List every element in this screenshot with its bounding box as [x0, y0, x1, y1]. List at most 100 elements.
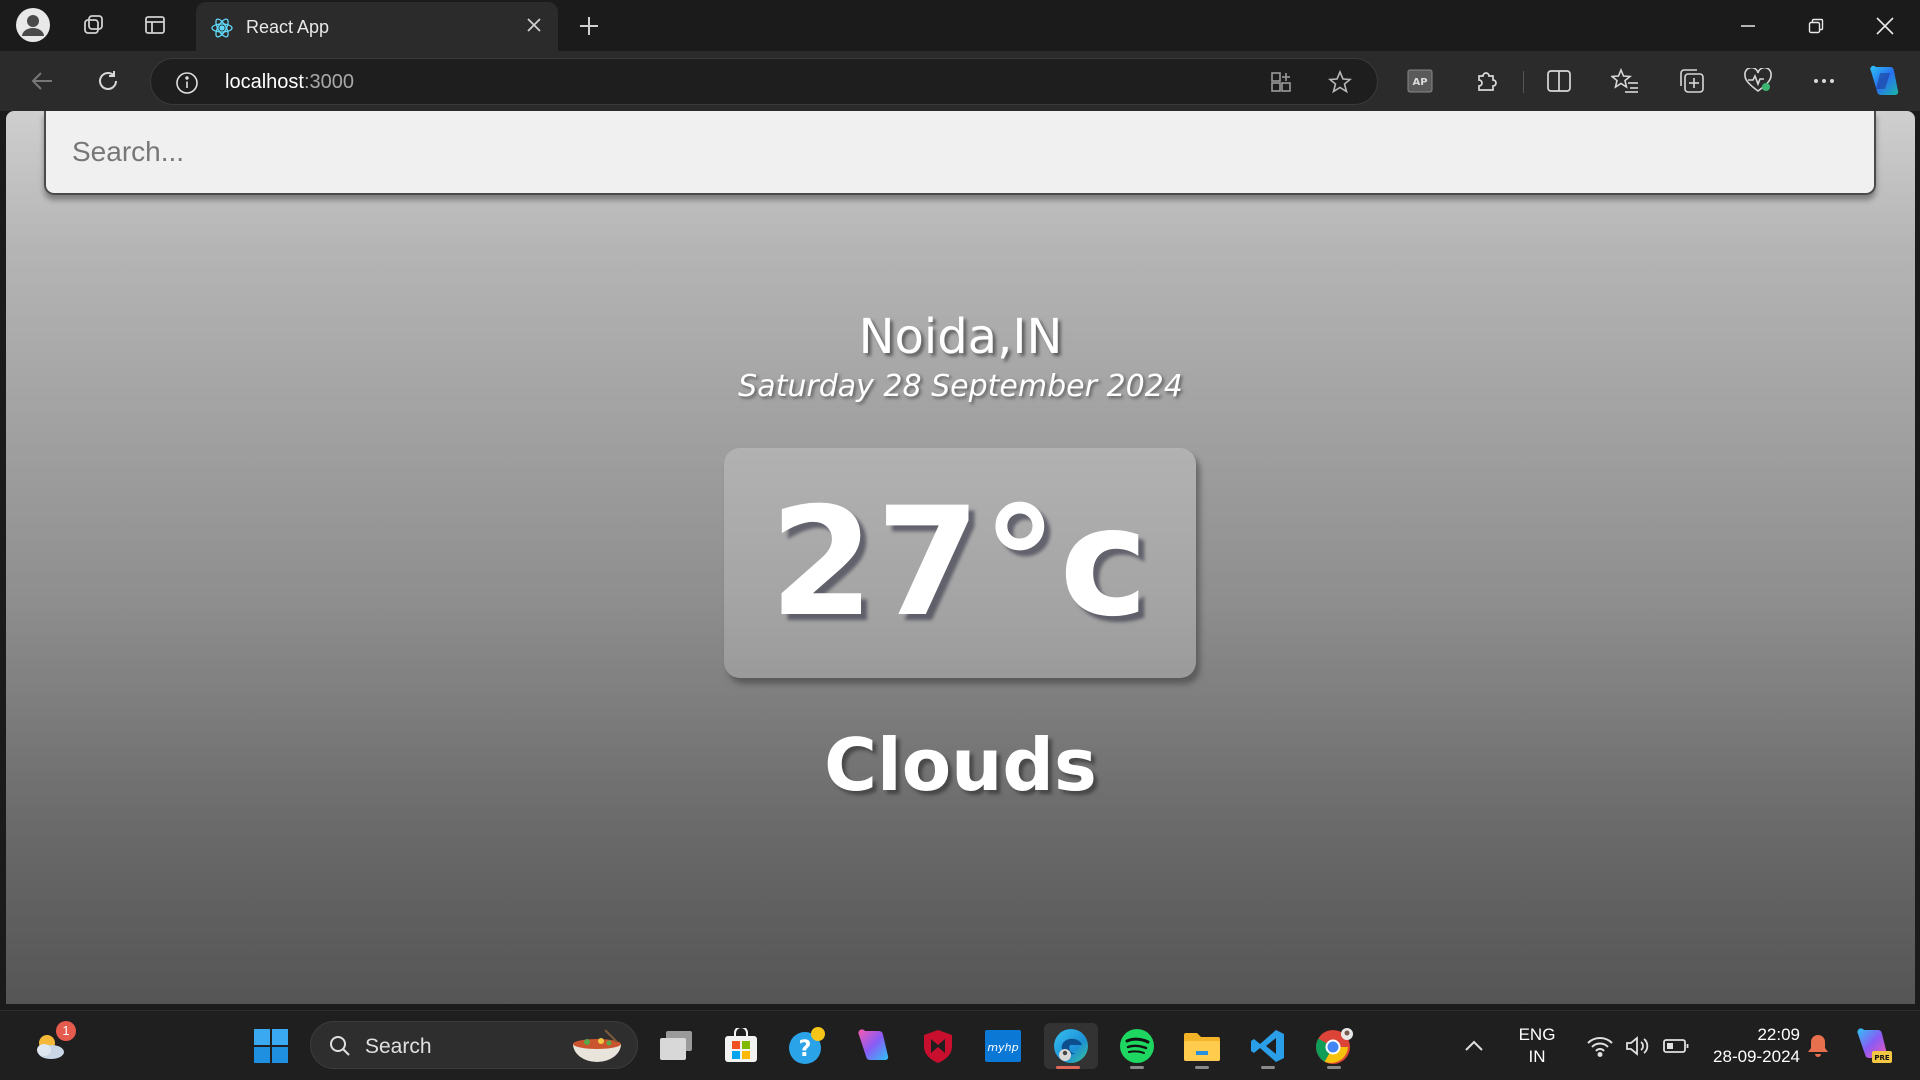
workspaces-button[interactable] — [68, 8, 118, 42]
taskbar-search-label: Search — [365, 1035, 432, 1058]
mcafee-button[interactable] — [914, 1023, 962, 1069]
myhp-button[interactable]: myhp — [979, 1023, 1027, 1069]
collections-button[interactable] — [1670, 61, 1714, 101]
clock-date: 28-09-2024 — [1713, 1047, 1800, 1066]
svg-text:myhp: myhp — [987, 1041, 1018, 1054]
tab-title: React App — [246, 17, 330, 37]
city-search-input[interactable] — [44, 111, 1876, 195]
network-volume-battery-button[interactable] — [1574, 1023, 1702, 1069]
volume-icon — [1626, 1036, 1649, 1056]
copilot-pre-icon: PRE — [1857, 1028, 1892, 1063]
running-indicator — [1195, 1066, 1209, 1069]
task-view-icon — [660, 1031, 692, 1060]
favorite-star-button[interactable] — [1323, 67, 1357, 97]
site-info-icon[interactable] — [175, 71, 199, 100]
close-icon — [1876, 16, 1894, 35]
weather-badge: 1 — [56, 1021, 76, 1041]
get-help-button[interactable]: ? — [783, 1023, 831, 1069]
show-hidden-icons-button[interactable] — [1454, 1023, 1494, 1069]
vscode-button[interactable] — [1244, 1023, 1292, 1069]
start-button[interactable] — [247, 1023, 295, 1069]
svg-text:PRE: PRE — [1874, 1054, 1890, 1062]
microsoft-store-icon — [725, 1028, 757, 1062]
workspaces-icon — [84, 15, 103, 34]
wifi-icon — [1587, 1037, 1613, 1057]
spotify-button[interactable] — [1113, 1023, 1161, 1069]
app-available-button[interactable] — [1264, 67, 1298, 97]
browser-essentials-button[interactable] — [1736, 61, 1780, 101]
mcafee-shield-icon — [924, 1030, 952, 1063]
search-highlight-bowl-icon — [573, 1029, 621, 1062]
close-window-button[interactable] — [1850, 0, 1920, 51]
tab-actions-icon — [145, 16, 165, 34]
running-indicator — [1130, 1066, 1144, 1069]
svg-text:AP: AP — [1412, 77, 1427, 88]
clock-time: 22:09 — [1757, 1025, 1800, 1044]
copilot-tray-button[interactable]: PRE — [1848, 1023, 1900, 1069]
extensions-button[interactable] — [1465, 61, 1509, 101]
tab-close-icon[interactable] — [524, 15, 544, 40]
heart-pulse-icon — [1744, 68, 1772, 92]
favorites-icon — [1611, 68, 1638, 93]
collections-icon — [1680, 69, 1704, 93]
restore-icon — [1808, 18, 1824, 33]
chrome-button[interactable] — [1310, 1023, 1358, 1069]
copilot-button[interactable] — [1862, 61, 1906, 101]
copilot-taskbar-button[interactable] — [849, 1023, 897, 1069]
search-container — [44, 111, 1876, 195]
apps-grid-icon — [1271, 72, 1291, 92]
temperature-value: 27°c — [769, 476, 1151, 650]
minimize-button[interactable] — [1713, 0, 1783, 51]
puzzle-icon — [1478, 72, 1497, 91]
help-icon: ? — [789, 1027, 825, 1064]
location-label: Noida,IN — [858, 309, 1063, 365]
tab-react-app[interactable]: React App — [196, 2, 558, 51]
date-label: Saturday 28 September 2024 — [738, 369, 1183, 404]
region-code: IN — [1528, 1047, 1546, 1066]
split-screen-button[interactable] — [1537, 61, 1581, 101]
url-text: localhost:3000 — [225, 71, 354, 94]
temperature-card: 27°c — [724, 448, 1196, 678]
react-favicon-icon — [210, 16, 234, 45]
reload-icon — [99, 71, 117, 90]
plus-icon — [580, 17, 598, 35]
clock-button[interactable]: 22:09 28-09-2024 — [1692, 1019, 1800, 1073]
weather-widget-button[interactable]: 1 — [24, 1021, 76, 1069]
minimize-icon — [1741, 24, 1755, 27]
toolbar-divider — [1523, 71, 1524, 93]
browser-title-bar: React App — [0, 0, 1920, 51]
svg-text:?: ? — [799, 1037, 812, 1062]
restore-button[interactable] — [1781, 0, 1851, 51]
ap-extension-button[interactable]: AP — [1398, 61, 1442, 101]
file-explorer-button[interactable] — [1178, 1023, 1226, 1069]
microsoft-store-button[interactable] — [717, 1023, 765, 1069]
favorites-button[interactable] — [1603, 61, 1647, 101]
windows-taskbar: 1 Search ? myhp ENG IN 22:09 28-09-2024 … — [0, 1010, 1920, 1080]
new-tab-button[interactable] — [570, 8, 608, 44]
chevron-up-icon — [1465, 1040, 1483, 1051]
address-bar[interactable]: localhost:3000 — [150, 58, 1378, 105]
language-indicator[interactable]: ENG IN — [1508, 1021, 1566, 1071]
url-port: :3000 — [303, 71, 354, 93]
running-indicator — [1261, 1066, 1275, 1069]
more-options-button[interactable] — [1802, 61, 1846, 101]
copilot-app-icon — [858, 1029, 889, 1061]
spotify-icon — [1120, 1029, 1154, 1063]
language-code: ENG — [1518, 1025, 1556, 1044]
battery-icon — [1663, 1039, 1689, 1053]
tab-actions-button[interactable] — [130, 8, 180, 42]
url-host: localhost — [225, 71, 304, 93]
vscode-icon — [1251, 1030, 1284, 1062]
reload-button[interactable] — [86, 61, 130, 101]
edge-icon — [1054, 1029, 1088, 1063]
ellipsis-icon — [1814, 79, 1834, 83]
profile-icon — [16, 8, 50, 42]
edge-taskbar-button[interactable] — [1044, 1023, 1098, 1069]
notifications-button[interactable] — [1796, 1023, 1840, 1069]
back-button[interactable] — [20, 61, 64, 101]
windows-logo-icon — [254, 1029, 288, 1063]
running-indicator — [1327, 1066, 1341, 1069]
task-view-button[interactable] — [652, 1023, 700, 1069]
taskbar-search-box[interactable]: Search — [310, 1021, 638, 1069]
profile-button[interactable] — [8, 8, 58, 42]
